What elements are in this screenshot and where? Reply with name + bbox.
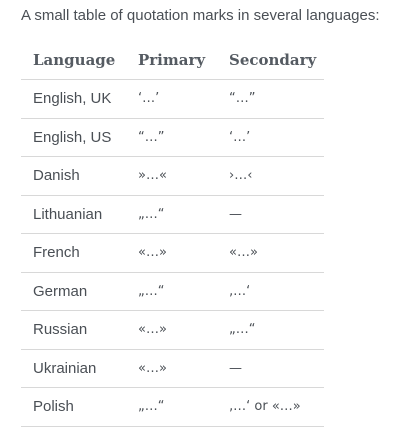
- table-row: English, UK ‘…’ “…”: [21, 79, 324, 119]
- table-row: Ukrainian «…» —: [21, 349, 324, 388]
- header-secondary: Secondary: [217, 41, 324, 80]
- cell-language: English, US: [21, 118, 126, 157]
- table-row: Danish »…« ›…‹: [21, 156, 324, 196]
- cell-primary: »…«: [126, 156, 217, 196]
- cell-language: Danish: [21, 156, 126, 196]
- cell-primary: “…”: [126, 118, 217, 157]
- intro-text: A small table of quotation marks in seve…: [21, 7, 380, 24]
- cell-secondary: ‘…’: [217, 118, 324, 157]
- table-row: French «…» «…»: [21, 233, 324, 273]
- quotation-marks-table: Language Primary Secondary English, UK ‘…: [21, 41, 324, 427]
- cell-secondary: ›…‹: [217, 156, 324, 196]
- cell-language: Lithuanian: [21, 195, 126, 234]
- table-header-row: Language Primary Secondary: [21, 41, 324, 80]
- table-row: German „…“ ‚…‘: [21, 272, 324, 311]
- cell-language: French: [21, 233, 126, 273]
- cell-primary: «…»: [126, 233, 217, 273]
- cell-primary: «…»: [126, 349, 217, 388]
- table-row: Russian «…» „…“: [21, 310, 324, 350]
- cell-secondary: “…”: [217, 79, 324, 119]
- cell-primary: „…“: [126, 387, 217, 427]
- header-primary: Primary: [126, 41, 217, 80]
- cell-primary: „…“: [126, 195, 217, 234]
- header-language: Language: [21, 41, 126, 80]
- cell-secondary: „…“: [217, 310, 324, 350]
- cell-secondary: ‚…‘ or «…»: [217, 387, 324, 427]
- cell-language: English, UK: [21, 79, 126, 119]
- cell-secondary: —: [217, 195, 324, 234]
- cell-primary: «…»: [126, 310, 217, 350]
- table-row: Polish „…“ ‚…‘ or «…»: [21, 387, 324, 427]
- cell-language: Ukrainian: [21, 349, 126, 388]
- cell-language: German: [21, 272, 126, 311]
- page: A small table of quotation marks in seve…: [0, 0, 420, 443]
- cell-language: Russian: [21, 310, 126, 350]
- cell-language: Polish: [21, 387, 126, 427]
- cell-secondary: «…»: [217, 233, 324, 273]
- cell-secondary: —: [217, 349, 324, 388]
- cell-primary: ‘…’: [126, 79, 217, 119]
- table-row: English, US “…” ‘…’: [21, 118, 324, 157]
- cell-primary: „…“: [126, 272, 217, 311]
- cell-secondary: ‚…‘: [217, 272, 324, 311]
- table-row: Lithuanian „…“ —: [21, 195, 324, 234]
